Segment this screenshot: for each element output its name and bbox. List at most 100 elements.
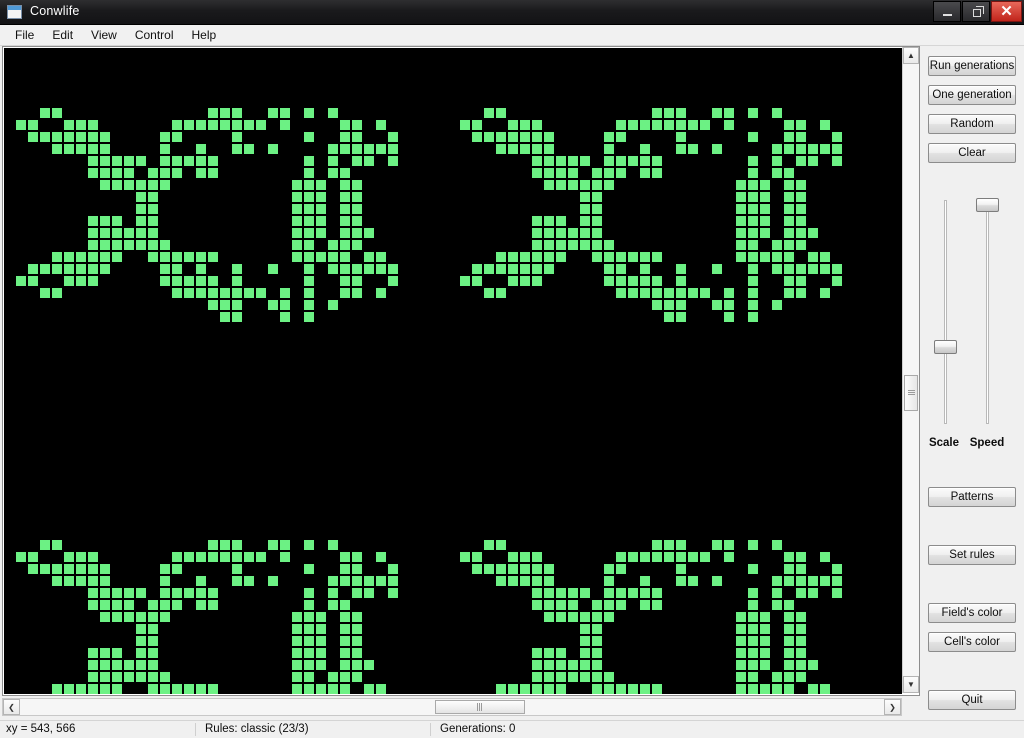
scroll-left-icon[interactable]: ❮ bbox=[3, 699, 20, 715]
life-cell bbox=[304, 660, 314, 670]
menu-item-file[interactable]: File bbox=[6, 26, 43, 44]
life-cell bbox=[196, 264, 206, 274]
life-cell bbox=[148, 612, 158, 622]
life-cell bbox=[304, 540, 314, 550]
life-cell bbox=[820, 684, 830, 694]
life-cell bbox=[352, 588, 362, 598]
life-cell bbox=[208, 540, 218, 550]
life-cell bbox=[784, 648, 794, 658]
life-cell bbox=[592, 660, 602, 670]
life-cell bbox=[292, 252, 302, 262]
life-cell bbox=[688, 288, 698, 298]
life-cell bbox=[340, 216, 350, 226]
vertical-scrollbar[interactable]: ▲ ▼ bbox=[902, 47, 919, 693]
menu-item-control[interactable]: Control bbox=[126, 26, 183, 44]
cells-color-button[interactable]: Cell's color bbox=[928, 632, 1016, 652]
life-cell bbox=[628, 552, 638, 562]
life-cell bbox=[820, 576, 830, 586]
fields-color-button[interactable]: Field's color bbox=[928, 603, 1016, 623]
life-cell bbox=[712, 540, 722, 550]
life-cell bbox=[580, 636, 590, 646]
scale-slider[interactable] bbox=[930, 200, 960, 424]
life-cell bbox=[652, 168, 662, 178]
life-cell bbox=[748, 180, 758, 190]
menu-item-edit[interactable]: Edit bbox=[43, 26, 82, 44]
life-cell bbox=[316, 684, 326, 694]
life-cell bbox=[544, 564, 554, 574]
life-cell bbox=[760, 636, 770, 646]
one-generation-button[interactable]: One generation bbox=[928, 85, 1016, 105]
life-cell bbox=[148, 624, 158, 634]
set-rules-button[interactable]: Set rules bbox=[928, 545, 1016, 565]
run-generations-button[interactable]: Run generations bbox=[928, 56, 1016, 76]
life-cell bbox=[280, 108, 290, 118]
scroll-up-icon[interactable]: ▲ bbox=[903, 47, 919, 64]
life-cell bbox=[40, 132, 50, 142]
life-cell bbox=[244, 144, 254, 154]
life-cell bbox=[76, 276, 86, 286]
life-cell bbox=[364, 576, 374, 586]
life-cell bbox=[676, 300, 686, 310]
life-cell bbox=[184, 252, 194, 262]
clear-button[interactable]: Clear bbox=[928, 143, 1016, 163]
horizontal-scroll-thumb[interactable] bbox=[435, 700, 525, 714]
menu-bar: File Edit View Control Help bbox=[0, 25, 1024, 46]
patterns-button[interactable]: Patterns bbox=[928, 487, 1016, 507]
life-cell bbox=[112, 240, 122, 250]
life-cell bbox=[328, 156, 338, 166]
life-cell bbox=[544, 576, 554, 586]
speed-slider-thumb[interactable] bbox=[976, 198, 999, 212]
scale-slider-thumb[interactable] bbox=[934, 340, 957, 354]
close-button[interactable]: ✕ bbox=[991, 1, 1022, 22]
maximize-button[interactable] bbox=[962, 1, 990, 22]
life-cell bbox=[736, 672, 746, 682]
life-cell bbox=[760, 684, 770, 694]
life-cell bbox=[136, 192, 146, 202]
grip-icon bbox=[907, 390, 915, 396]
life-cell bbox=[484, 288, 494, 298]
life-cell bbox=[832, 576, 842, 586]
life-cell bbox=[592, 228, 602, 238]
speed-slider[interactable] bbox=[972, 198, 1002, 424]
status-generations: Generations: 0 bbox=[440, 723, 516, 735]
life-cell bbox=[544, 684, 554, 694]
life-cell bbox=[784, 120, 794, 130]
minimize-button[interactable] bbox=[933, 1, 961, 22]
life-cell bbox=[136, 228, 146, 238]
life-cell bbox=[136, 660, 146, 670]
life-cell bbox=[316, 252, 326, 262]
life-cell bbox=[604, 240, 614, 250]
life-cell bbox=[604, 684, 614, 694]
life-cell bbox=[88, 648, 98, 658]
life-cell bbox=[100, 612, 110, 622]
life-cell bbox=[196, 552, 206, 562]
random-button[interactable]: Random bbox=[928, 114, 1016, 134]
scroll-down-icon[interactable]: ▼ bbox=[903, 676, 919, 693]
scale-slider-track[interactable] bbox=[944, 200, 947, 424]
life-cell bbox=[328, 144, 338, 154]
vertical-scroll-thumb[interactable] bbox=[904, 375, 918, 411]
life-cell bbox=[304, 168, 314, 178]
speed-slider-track[interactable] bbox=[986, 200, 989, 424]
life-cell bbox=[532, 240, 542, 250]
life-cell bbox=[148, 228, 158, 238]
life-cell bbox=[652, 252, 662, 262]
life-cell bbox=[316, 612, 326, 622]
life-cell bbox=[304, 204, 314, 214]
life-field-canvas[interactable] bbox=[4, 48, 902, 694]
life-cell bbox=[100, 564, 110, 574]
life-cell bbox=[652, 288, 662, 298]
life-cell bbox=[832, 276, 842, 286]
quit-button[interactable]: Quit bbox=[928, 690, 1016, 710]
life-cell bbox=[244, 552, 254, 562]
scroll-right-icon[interactable]: ❯ bbox=[884, 699, 901, 715]
life-cell bbox=[784, 204, 794, 214]
horizontal-scrollbar[interactable]: ❮ ❯ bbox=[2, 698, 902, 716]
life-cell bbox=[340, 228, 350, 238]
life-cell bbox=[268, 144, 278, 154]
life-cell bbox=[472, 264, 482, 274]
menu-item-view[interactable]: View bbox=[82, 26, 126, 44]
life-cell bbox=[100, 576, 110, 586]
life-cell bbox=[220, 300, 230, 310]
menu-item-help[interactable]: Help bbox=[183, 26, 226, 44]
